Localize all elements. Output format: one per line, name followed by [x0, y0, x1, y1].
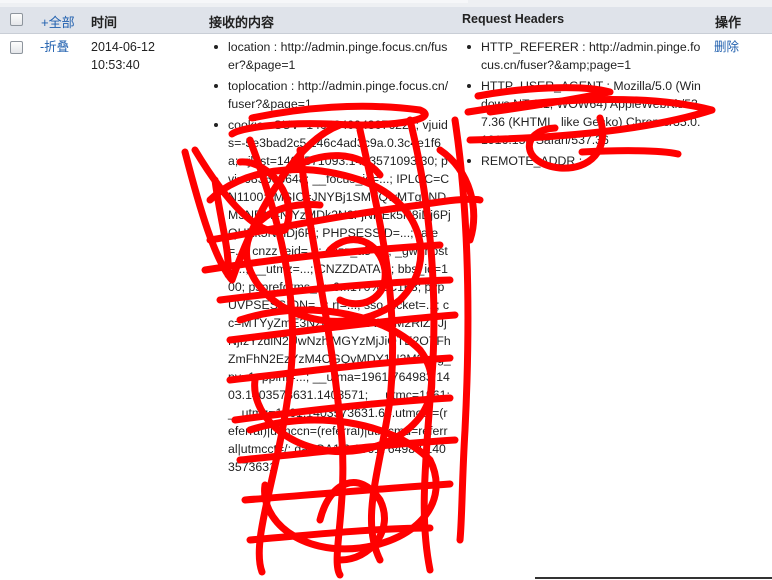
header-item-remote-addr: REMOTE_ADDR : — [464, 152, 704, 170]
select-all-checkbox[interactable] — [10, 13, 23, 26]
header-item-referer: HTTP_REFERER : http://admin.pinge.focus.… — [464, 38, 704, 74]
bottom-divider — [535, 577, 772, 579]
row-checkbox[interactable] — [10, 41, 23, 54]
content-item-location: location : http://admin.pinge.focus.cn/f… — [211, 38, 451, 74]
top-strip — [0, 0, 772, 7]
content-item-toplocation: toplocation : http://admin.pinge.focus.c… — [211, 77, 451, 113]
select-all-link[interactable]: +全部 — [41, 12, 75, 31]
collapse-link[interactable]: -折叠 — [40, 39, 69, 56]
top-strip-highlight — [0, 0, 468, 3]
column-header-action: 操作 — [715, 15, 742, 30]
column-header-time: 时间 — [91, 15, 118, 30]
content-list: location : http://admin.pinge.focus.cn/f… — [211, 38, 451, 476]
table-header: +全部 时间 接收的内容 Request Headers 操作 — [0, 7, 772, 34]
column-header-request-headers: Request Headers — [462, 12, 565, 26]
delete-link[interactable]: 删除 — [714, 39, 739, 56]
headers-list: HTTP_REFERER : http://admin.pinge.focus.… — [464, 38, 704, 170]
column-header-content: 接收的内容 — [209, 15, 275, 30]
content-item-cookie: cookie : SUV=1406240943076221; vjuids=-5… — [211, 116, 451, 476]
header-item-user-agent: HTTP_USER_AGENT : Mozilla/5.0 (Windows N… — [464, 77, 704, 149]
row-date: 2014-06-12 — [91, 40, 155, 54]
row-time: 10:53:40 — [91, 58, 140, 72]
